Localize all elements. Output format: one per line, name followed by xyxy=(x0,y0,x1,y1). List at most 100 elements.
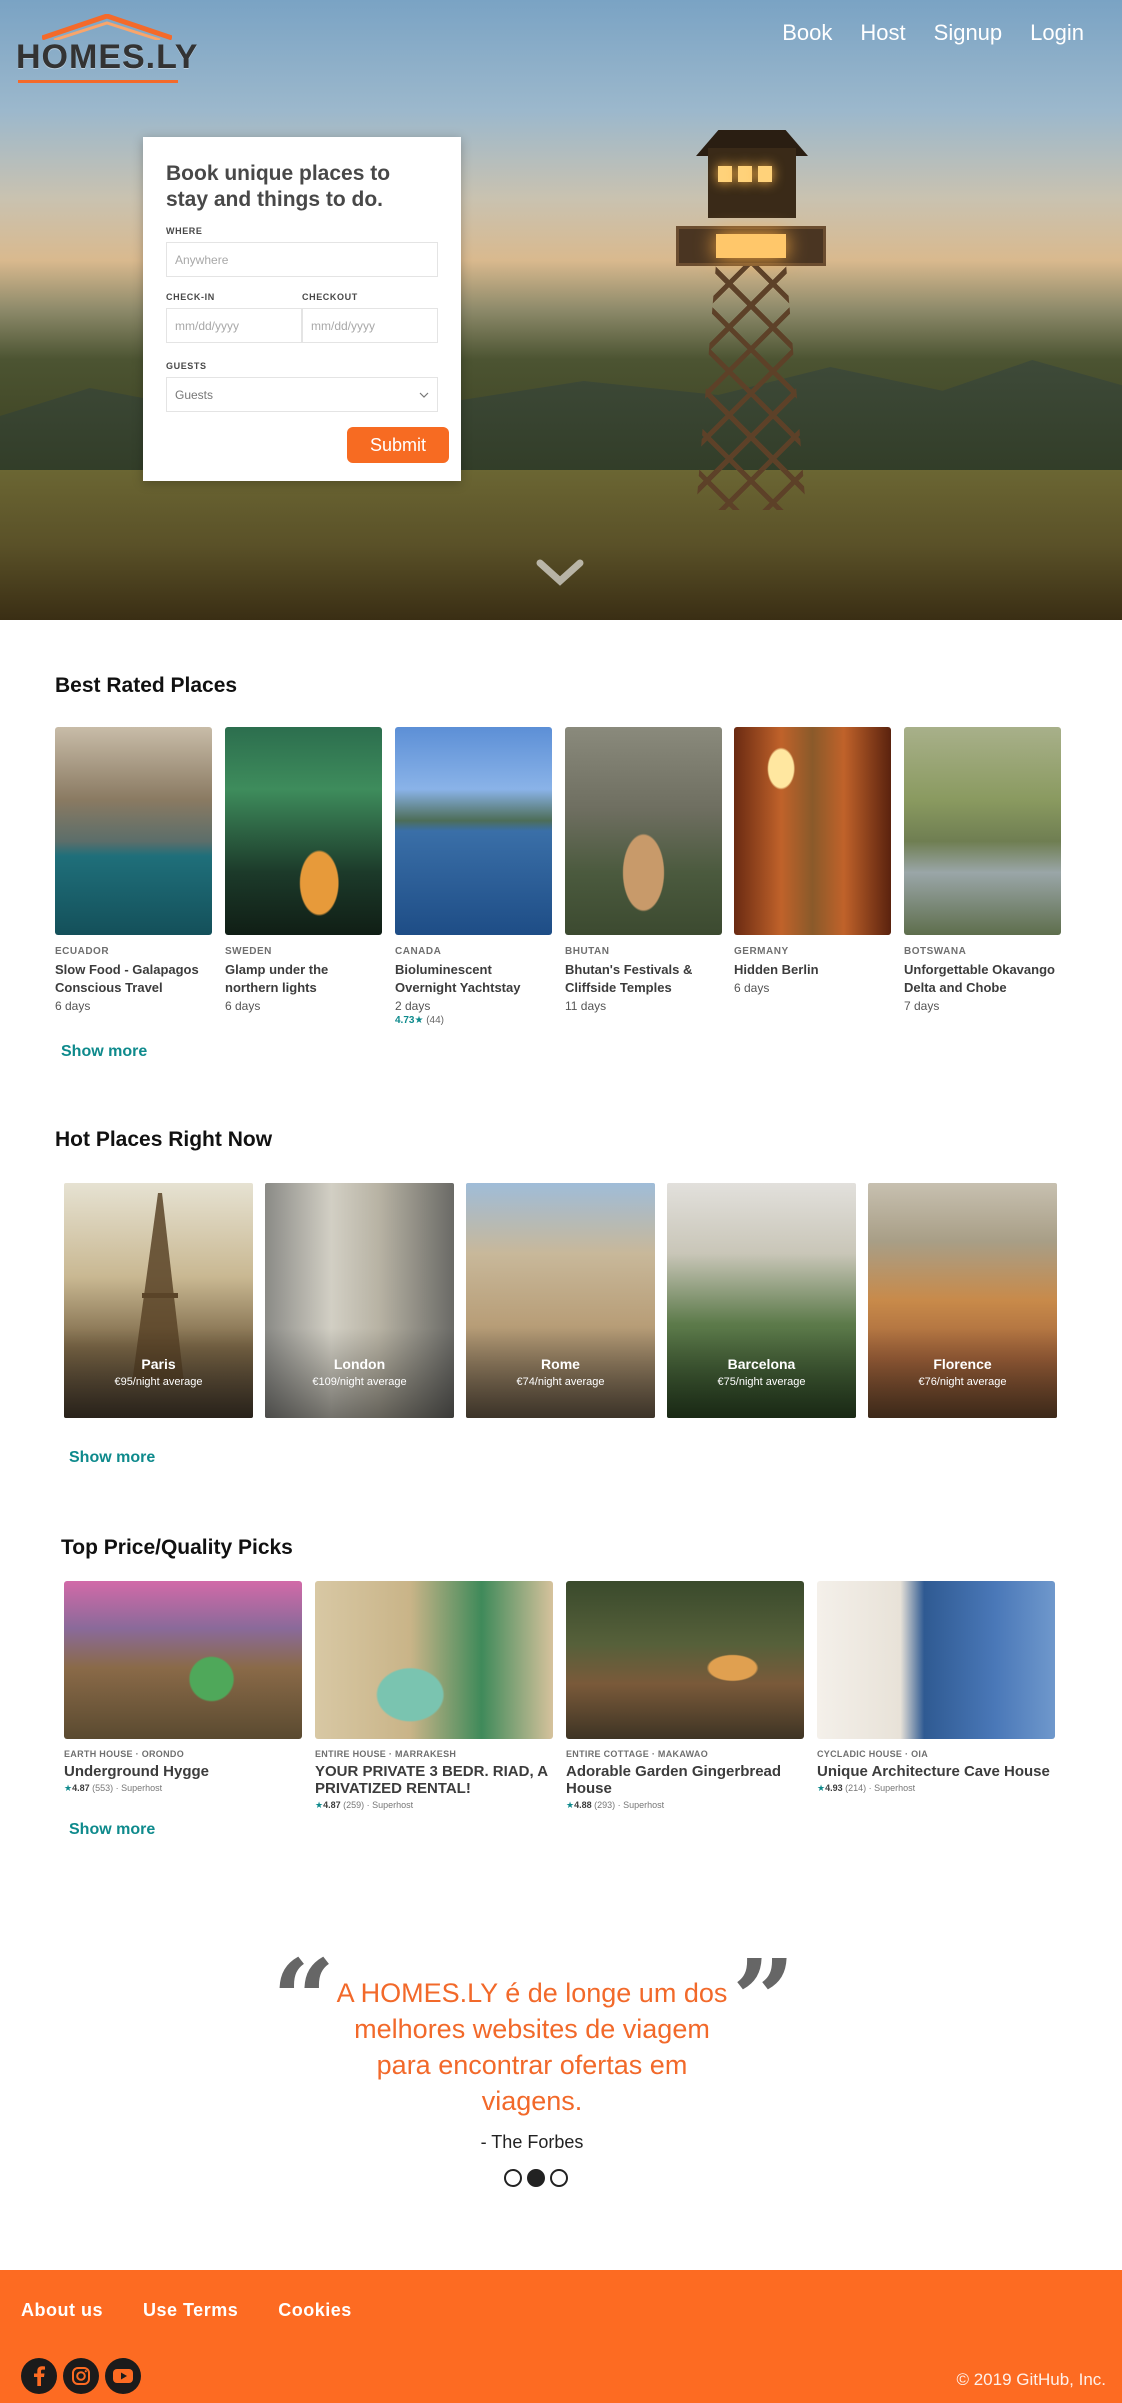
pick-card[interactable]: ENTIRE HOUSE · MARRAKESH YOUR PRIVATE 3 … xyxy=(315,1581,553,1811)
pick-title: YOUR PRIVATE 3 BEDR. RIAD, A PRIVATIZED … xyxy=(315,1763,548,1797)
booking-title: Book unique places to stay and things to… xyxy=(166,162,391,211)
best-rated-show-more[interactable]: Show more xyxy=(61,1043,147,1061)
footer-link-about[interactable]: About us xyxy=(21,2300,103,2321)
pick-rating: ★4.87 (553) · Superhost xyxy=(64,1783,163,1793)
city-card[interactable]: Rome €74/night average xyxy=(466,1183,655,1418)
house-roof-icon xyxy=(42,14,172,40)
hero-field xyxy=(0,470,1122,620)
copyright: © 2019 GitHub, Inc. xyxy=(956,2370,1106,2389)
carousel-dot[interactable] xyxy=(504,2169,522,2187)
pick-title: Underground Hygge xyxy=(64,1763,209,1780)
footer-links: About us Use Terms Cookies xyxy=(21,2300,352,2321)
card-image xyxy=(565,727,722,935)
city-name: London xyxy=(333,1356,386,1372)
pick-card[interactable]: EARTH HOUSE · ORONDO Underground Hygge ★… xyxy=(64,1581,302,1794)
top-picks-title: Top Price/Quality Picks xyxy=(61,1536,293,1559)
city-name: Barcelona xyxy=(727,1356,796,1372)
card-title: Bhutan's Festivals & Cliffside Temples xyxy=(565,962,693,995)
card-duration: 6 days xyxy=(225,999,261,1013)
submit-button[interactable]: Submit xyxy=(347,427,449,463)
best-rated-card[interactable]: BOTSWANA Unforgettable Okavango Delta an… xyxy=(904,727,1061,1013)
checkin-label: CHECK-IN xyxy=(166,292,215,302)
guests-label: GUESTS xyxy=(166,361,207,371)
best-rated-card[interactable]: CANADA Bioluminescent Overnight Yachtsta… xyxy=(395,727,552,1026)
social-links xyxy=(21,2358,141,2394)
city-price: €109/night average xyxy=(312,1376,407,1388)
pick-title: Unique Architecture Cave House xyxy=(817,1763,1050,1780)
pick-type: EARTH HOUSE · ORONDO xyxy=(64,1749,185,1759)
pick-title: Adorable Garden Gingerbread House xyxy=(566,1763,782,1797)
pick-card[interactable]: CYCLADIC HOUSE · OIA Unique Architecture… xyxy=(817,1581,1055,1794)
nav-book[interactable]: Book xyxy=(782,20,832,46)
card-image xyxy=(64,1581,302,1739)
best-rated-card[interactable]: BHUTAN Bhutan's Festivals & Cliffside Te… xyxy=(565,727,722,1013)
pick-rating: ★4.93 (214) · Superhost xyxy=(817,1783,916,1793)
card-title: Slow Food - Galapagos Conscious Travel xyxy=(55,962,199,995)
city-card[interactable]: Barcelona €75/night average xyxy=(667,1183,856,1418)
card-country: GERMANY xyxy=(734,946,789,957)
checkin-input[interactable]: mm/dd/yyyy xyxy=(166,308,302,343)
guests-select[interactable]: Guests xyxy=(166,377,438,412)
card-title: Bioluminescent Overnight Yachtstay xyxy=(395,962,521,995)
instagram-icon[interactable] xyxy=(63,2358,99,2394)
carousel-dot[interactable] xyxy=(550,2169,568,2187)
where-input[interactable]: Anywhere xyxy=(166,242,438,277)
card-rating: 4.73★ (44) xyxy=(395,1015,445,1026)
city-card[interactable]: Paris €95/night average xyxy=(64,1183,253,1418)
pick-type: ENTIRE HOUSE · MARRAKESH xyxy=(315,1749,457,1759)
footer-link-terms[interactable]: Use Terms xyxy=(143,2300,238,2321)
checkout-label: CHECKOUT xyxy=(302,292,358,302)
nav-signup[interactable]: Signup xyxy=(934,20,1003,46)
card-duration: 7 days xyxy=(904,999,940,1013)
best-rated-title: Best Rated Places xyxy=(55,674,238,697)
card-title: Glamp under the northern lights xyxy=(225,962,329,995)
card-country: BOTSWANA xyxy=(904,946,967,957)
city-card[interactable]: Florence €76/night average xyxy=(868,1183,1057,1418)
logo-text: HOMES.LY xyxy=(16,38,199,76)
card-country: SWEDEN xyxy=(225,946,272,957)
city-name: Rome xyxy=(541,1356,580,1372)
top-navigation: Book Host Signup Login xyxy=(782,20,1084,46)
facebook-icon[interactable] xyxy=(21,2358,57,2394)
pick-rating: ★4.88 (293) · Superhost xyxy=(566,1800,665,1810)
youtube-icon[interactable] xyxy=(105,2358,141,2394)
best-rated-card[interactable]: SWEDEN Glamp under the northern lights 6… xyxy=(225,727,382,1013)
footer-link-cookies[interactable]: Cookies xyxy=(278,2300,352,2321)
city-name: Paris xyxy=(141,1356,176,1372)
where-label: WHERE xyxy=(166,226,203,236)
city-price: €95/night average xyxy=(114,1376,203,1388)
top-picks-show-more[interactable]: Show more xyxy=(69,1821,155,1839)
city-price: €75/night average xyxy=(717,1376,806,1388)
testimonial-quote: A HOMES.LY é de longe um dos melhores we… xyxy=(336,1978,728,2116)
card-image xyxy=(55,727,212,935)
card-image xyxy=(315,1581,553,1739)
pick-card[interactable]: ENTIRE COTTAGE · MAKAWAO Adorable Garden… xyxy=(566,1581,804,1811)
scroll-down-chevron-icon[interactable] xyxy=(536,557,584,587)
hot-places-title: Hot Places Right Now xyxy=(55,1128,273,1151)
guests-value: Guests xyxy=(175,387,214,402)
city-card[interactable]: London €109/night average xyxy=(265,1183,454,1418)
card-image xyxy=(734,727,891,935)
best-rated-card[interactable]: ECUADOR Slow Food - Galapagos Conscious … xyxy=(55,727,212,1013)
card-duration: 6 days xyxy=(55,999,91,1013)
card-country: BHUTAN xyxy=(565,946,610,957)
checkout-input[interactable]: mm/dd/yyyy xyxy=(302,308,438,343)
card-image xyxy=(395,727,552,935)
carousel-dots xyxy=(504,2169,568,2187)
open-quote-icon: “ xyxy=(272,1935,336,2064)
pick-type: CYCLADIC HOUSE · OIA xyxy=(817,1749,929,1759)
nav-host[interactable]: Host xyxy=(860,20,905,46)
pick-rating: ★4.87 (259) · Superhost xyxy=(315,1800,414,1810)
carousel-dot-active[interactable] xyxy=(527,2169,545,2187)
card-image xyxy=(566,1581,804,1739)
brand-logo[interactable]: HOMES.LY xyxy=(16,14,197,83)
city-name: Florence xyxy=(933,1356,992,1372)
card-country: CANADA xyxy=(395,946,442,957)
nav-login[interactable]: Login xyxy=(1030,20,1084,46)
pick-type: ENTIRE COTTAGE · MAKAWAO xyxy=(566,1749,709,1759)
card-image xyxy=(904,727,1061,935)
best-rated-card[interactable]: GERMANY Hidden Berlin 6 days xyxy=(734,727,891,995)
card-duration: 2 days xyxy=(395,999,431,1013)
hero-lookout-tower xyxy=(676,130,826,510)
hot-places-show-more[interactable]: Show more xyxy=(69,1449,155,1467)
